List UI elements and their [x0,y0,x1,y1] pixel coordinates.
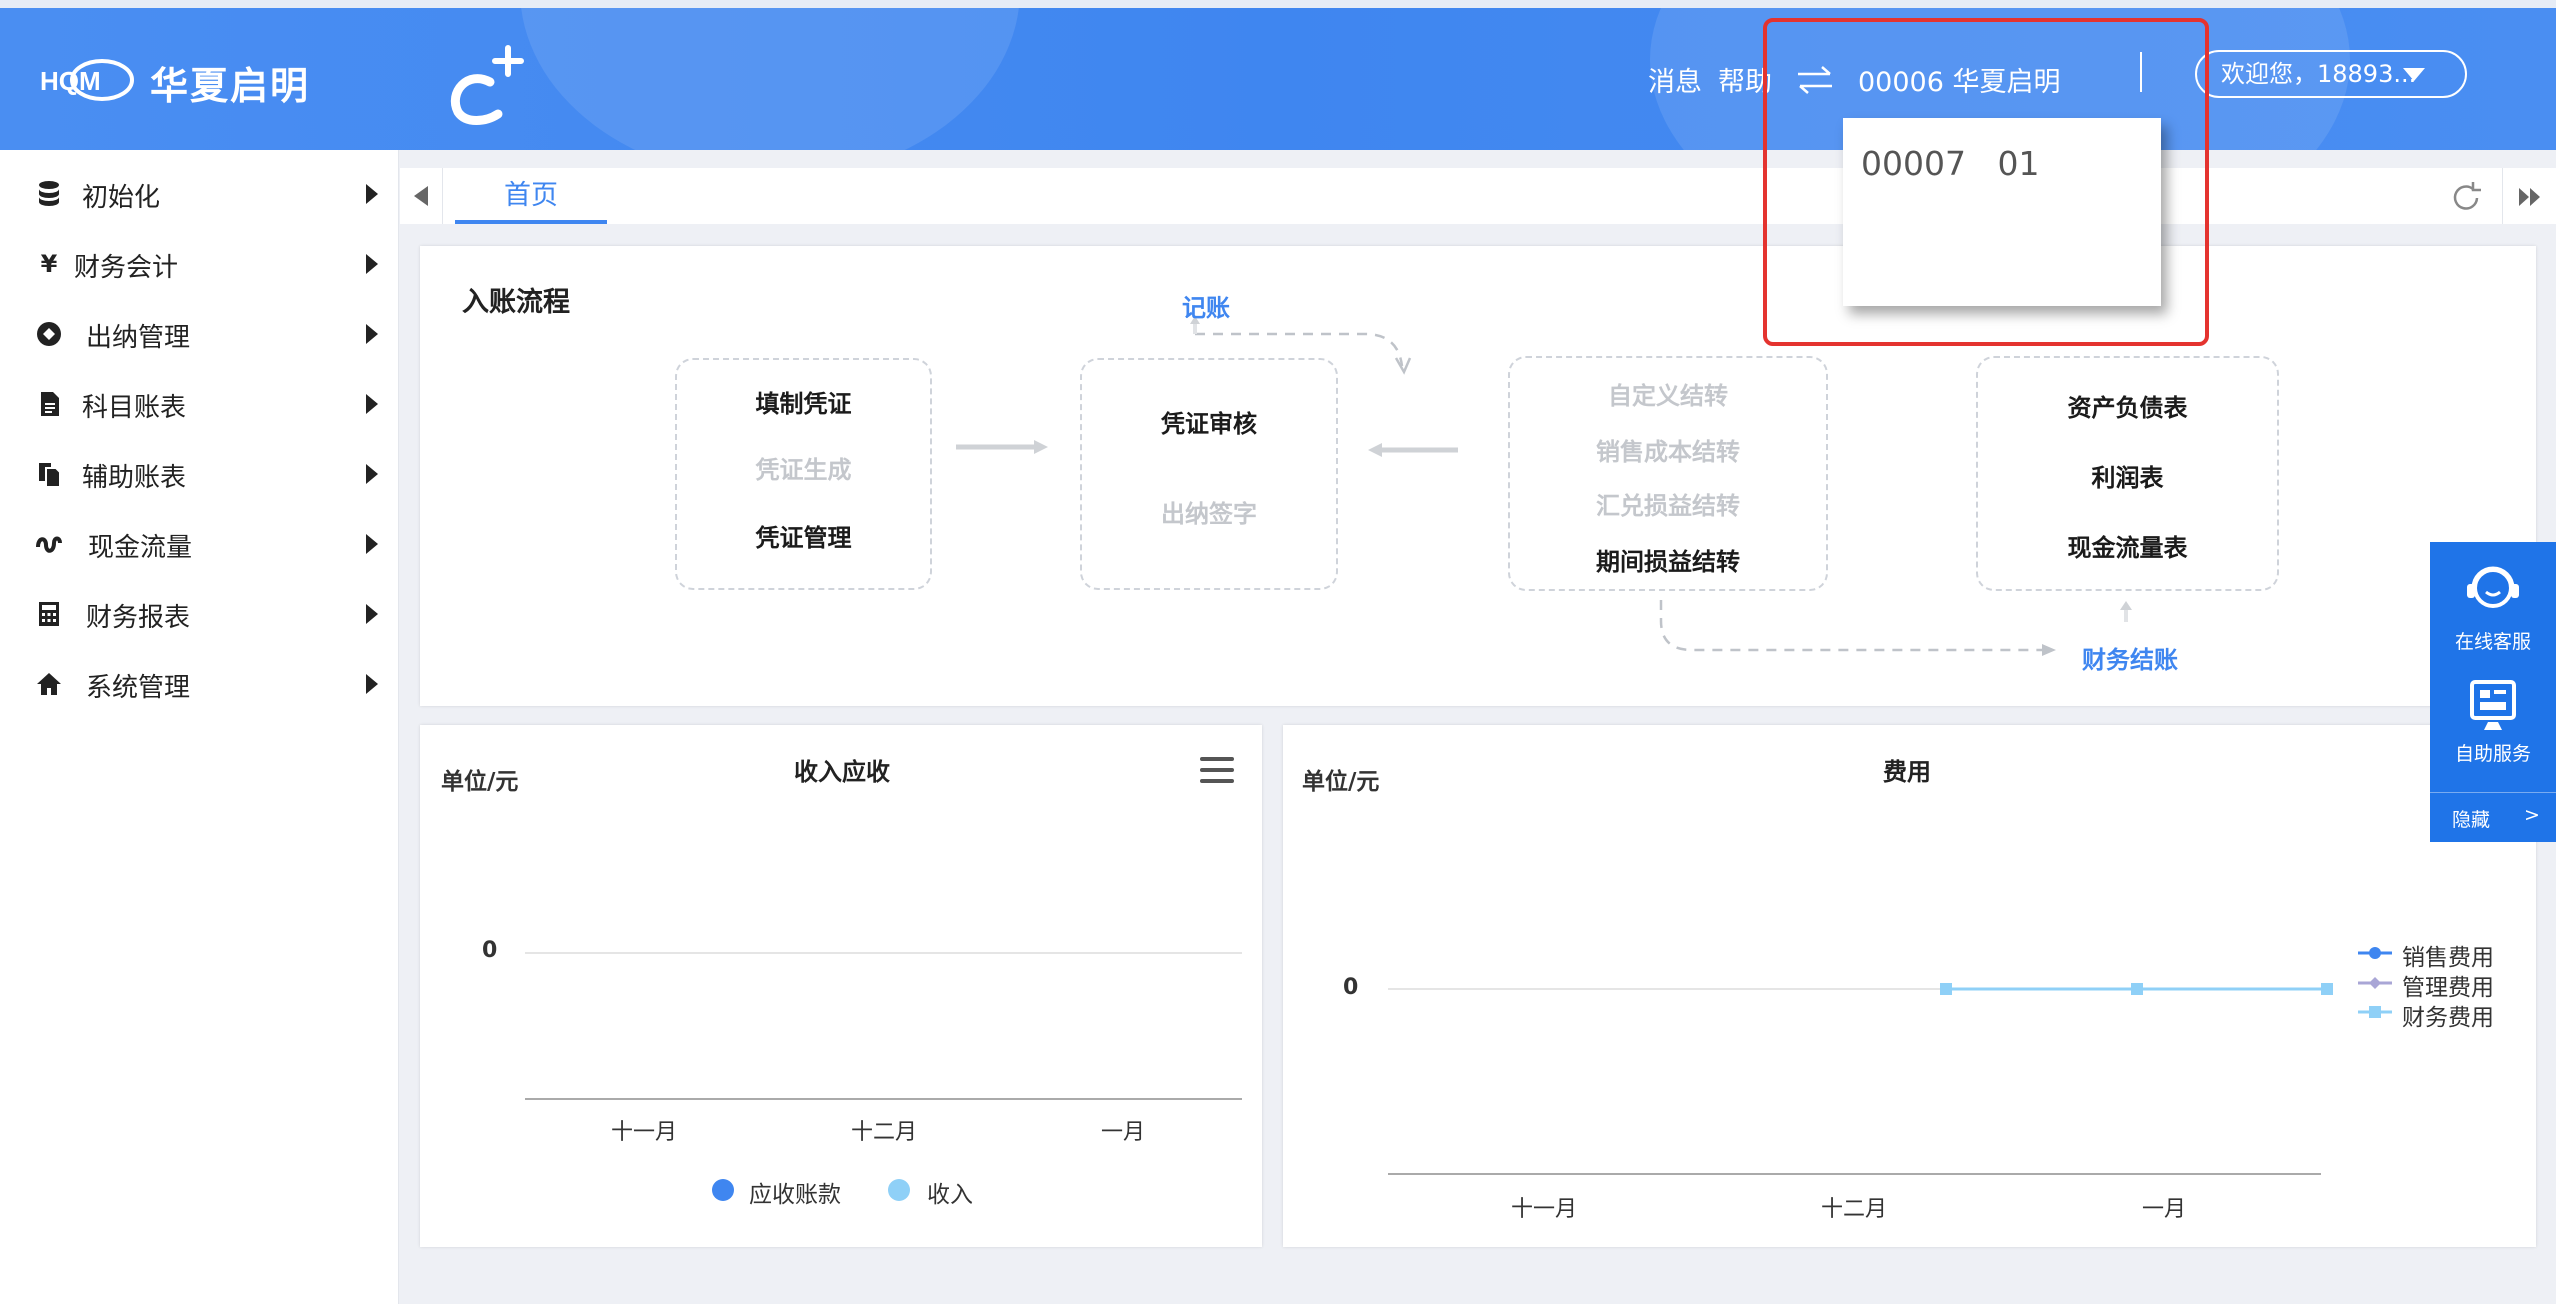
caret-right-icon [366,534,378,554]
sidebar-item-label: 系统管理 [86,673,191,703]
service-float-panel: 在线客服 自助服务 隐藏 > [2430,542,2556,842]
flow-icon [36,536,62,553]
online-service-button[interactable]: 在线客服 [2430,562,2556,672]
document-icon [41,392,59,416]
headset-icon [2467,566,2519,608]
sidebar-item-label: 辅助账表 [82,463,187,493]
caret-right-icon [366,184,378,204]
expense-legend-markers [2358,947,2392,1018]
income-chart-plot [525,952,1242,1100]
x-tick-label: 十二月 [1821,1197,1888,1222]
sidebar-item-label: 财务会计 [74,253,179,283]
caret-right-icon [366,254,378,274]
tab-bar [400,168,2556,224]
annotation-highlight-box [1763,18,2209,346]
legend-income[interactable]: 收入 [927,1175,973,1209]
kiosk-icon [2470,680,2516,730]
caret-right-icon [366,324,378,344]
yen-icon: ¥ [40,250,58,278]
tab-home[interactable]: 首页 [455,176,607,224]
home-icon [37,673,61,695]
x-tick-label: 十一月 [611,1120,678,1145]
x-tick-label: 一月 [1101,1120,1146,1145]
record-account-link[interactable]: 记账 [1182,288,1230,323]
copy-icon [39,463,61,488]
sidebar-item-cashflow[interactable]: 现金流量 [0,509,398,579]
chevron-right-icon: > [2524,804,2540,826]
cloud-plus-logo-icon [450,45,524,125]
sidebar-item-cashier[interactable]: 出纳管理 [0,299,398,369]
legend-receivable[interactable]: 应收账款 [749,1175,841,1209]
sidebar-item-reports[interactable]: 财务报表 [0,579,398,649]
caret-left-icon [414,186,428,206]
legend-sales-expense[interactable]: 销售费用 [2402,938,2494,972]
caret-right-icon [366,674,378,694]
sidebar-item-label: 出纳管理 [86,323,191,353]
messages-link[interactable]: 消息 [1648,60,1702,99]
self-service-label: 自助服务 [2454,743,2531,765]
logo-mark-icon: HQM [40,59,134,101]
hide-float-button[interactable]: 隐藏 > [2430,792,2556,843]
tab-scroll-left-button[interactable] [402,168,443,224]
refresh-icon[interactable] [2446,178,2486,218]
expense-chart-plot [1388,983,2333,1175]
financial-close-link[interactable]: 财务结账 [2082,640,2178,675]
sidebar-item-label: 现金流量 [88,533,193,563]
flow-arrows [956,316,2132,656]
legend-finance-expense[interactable]: 财务费用 [2402,998,2494,1032]
logo-mark-text: HQM [40,66,101,96]
caret-right-icon [366,394,378,414]
legend-admin-expense[interactable]: 管理费用 [2402,968,2494,1002]
x-tick-label: 十二月 [851,1120,918,1145]
header-decoration [520,0,1020,150]
sidebar-item-label: 科目账表 [82,393,187,423]
caret-down-icon [2403,68,2425,81]
sidebar: 初始化 ¥ 财务会计 出纳管理 科目账表 辅助账表 现金流量 财务报表 系统管理 [0,150,399,1304]
sidebar-item-init[interactable]: 初始化 [0,159,398,229]
caret-right-icon [366,464,378,484]
sidebar-item-accounting[interactable]: ¥ 财务会计 [0,229,398,299]
sidebar-item-system[interactable]: 系统管理 [0,649,398,719]
expense-point[interactable] [2321,983,2333,995]
double-chevron-right-icon [2519,188,2540,206]
tab-scroll-right-button[interactable] [2502,168,2556,224]
legend-dot-icon[interactable] [888,1179,910,1201]
welcome-label: 欢迎您，18893... [2221,60,2417,88]
expense-point[interactable] [2131,983,2143,995]
caret-right-icon [366,604,378,624]
cashier-icon [37,322,61,346]
database-icon [39,181,59,206]
legend-dot-icon[interactable] [712,1179,734,1201]
top-strip [0,0,2556,8]
expense-point[interactable] [1940,983,1952,995]
hide-label: 隐藏 [2452,809,2491,831]
sidebar-item-label: 财务报表 [86,603,191,633]
sidebar-item-label: 初始化 [82,183,161,213]
user-menu-button[interactable]: 欢迎您，18893... [2195,50,2467,98]
calculator-icon [39,602,59,626]
x-tick-label: 十一月 [1511,1197,1578,1222]
self-service-button[interactable]: 自助服务 [2430,678,2556,788]
online-service-label: 在线客服 [2454,631,2531,653]
sidebar-item-ledger[interactable]: 科目账表 [0,369,398,439]
sidebar-item-aux-ledger[interactable]: 辅助账表 [0,439,398,509]
x-tick-label: 一月 [2142,1197,2187,1222]
logo-text: 华夏启明 [150,64,311,108]
